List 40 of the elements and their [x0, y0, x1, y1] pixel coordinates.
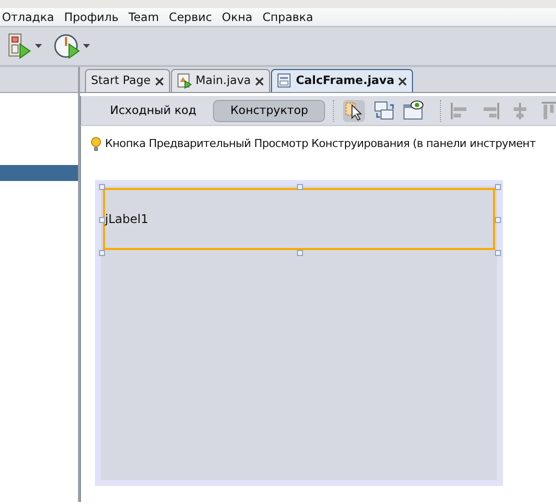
menu-item[interactable]: Окна: [222, 8, 256, 26]
tab-label: Start Page: [91, 72, 151, 90]
view-toggle-button[interactable]: Исходный код: [93, 100, 214, 122]
close-icon[interactable]: [254, 76, 264, 86]
resize-handle[interactable]: [99, 250, 105, 256]
menu-item[interactable]: Справка: [262, 8, 318, 26]
java-file-icon: [176, 73, 192, 89]
editor-tab[interactable]: Main.java: [170, 69, 270, 92]
caret-icon: [83, 44, 90, 48]
view-toggle-button[interactable]: Конструктор: [213, 100, 326, 122]
lightbulb-icon: [91, 136, 101, 152]
run-file-button[interactable]: [6, 31, 44, 61]
editor-tab[interactable]: CalcFrame.java: [270, 69, 414, 92]
hint-text: Кнопка Предварительный Просмотр Конструирования (в панели инструмент: [105, 136, 536, 152]
clock-run-icon: [54, 33, 80, 59]
tab-label: Main.java: [196, 72, 251, 90]
resize-handle[interactable]: [495, 184, 501, 190]
menu-item[interactable]: Отладка: [2, 8, 58, 26]
resize-handle[interactable]: [99, 184, 105, 190]
menu-item[interactable]: Team: [128, 8, 163, 26]
menu-item[interactable]: Сервис: [168, 8, 216, 26]
label-component[interactable]: jLabel1: [103, 188, 495, 250]
align-top-icon[interactable]: [539, 100, 556, 122]
connection-mode-icon[interactable]: [372, 98, 396, 122]
form-file-icon: [276, 73, 292, 89]
resize-handle[interactable]: [495, 217, 501, 223]
run-file-icon: [8, 33, 32, 59]
menu-item[interactable]: Профиль: [64, 8, 123, 26]
close-icon[interactable]: [154, 76, 164, 86]
resize-handle[interactable]: [297, 250, 303, 256]
caret-icon: [35, 44, 42, 48]
preview-design-icon[interactable]: [402, 98, 426, 122]
tab-label: CalcFrame.java: [296, 72, 394, 90]
close-icon[interactable]: [398, 76, 408, 86]
selection-mode-icon[interactable]: [342, 98, 366, 122]
label-text: jLabel1: [105, 211, 148, 228]
resize-handle[interactable]: [99, 217, 105, 223]
resize-handle[interactable]: [297, 184, 303, 190]
editor-tab[interactable]: Start Page: [85, 69, 170, 92]
resize-handle[interactable]: [495, 250, 501, 256]
